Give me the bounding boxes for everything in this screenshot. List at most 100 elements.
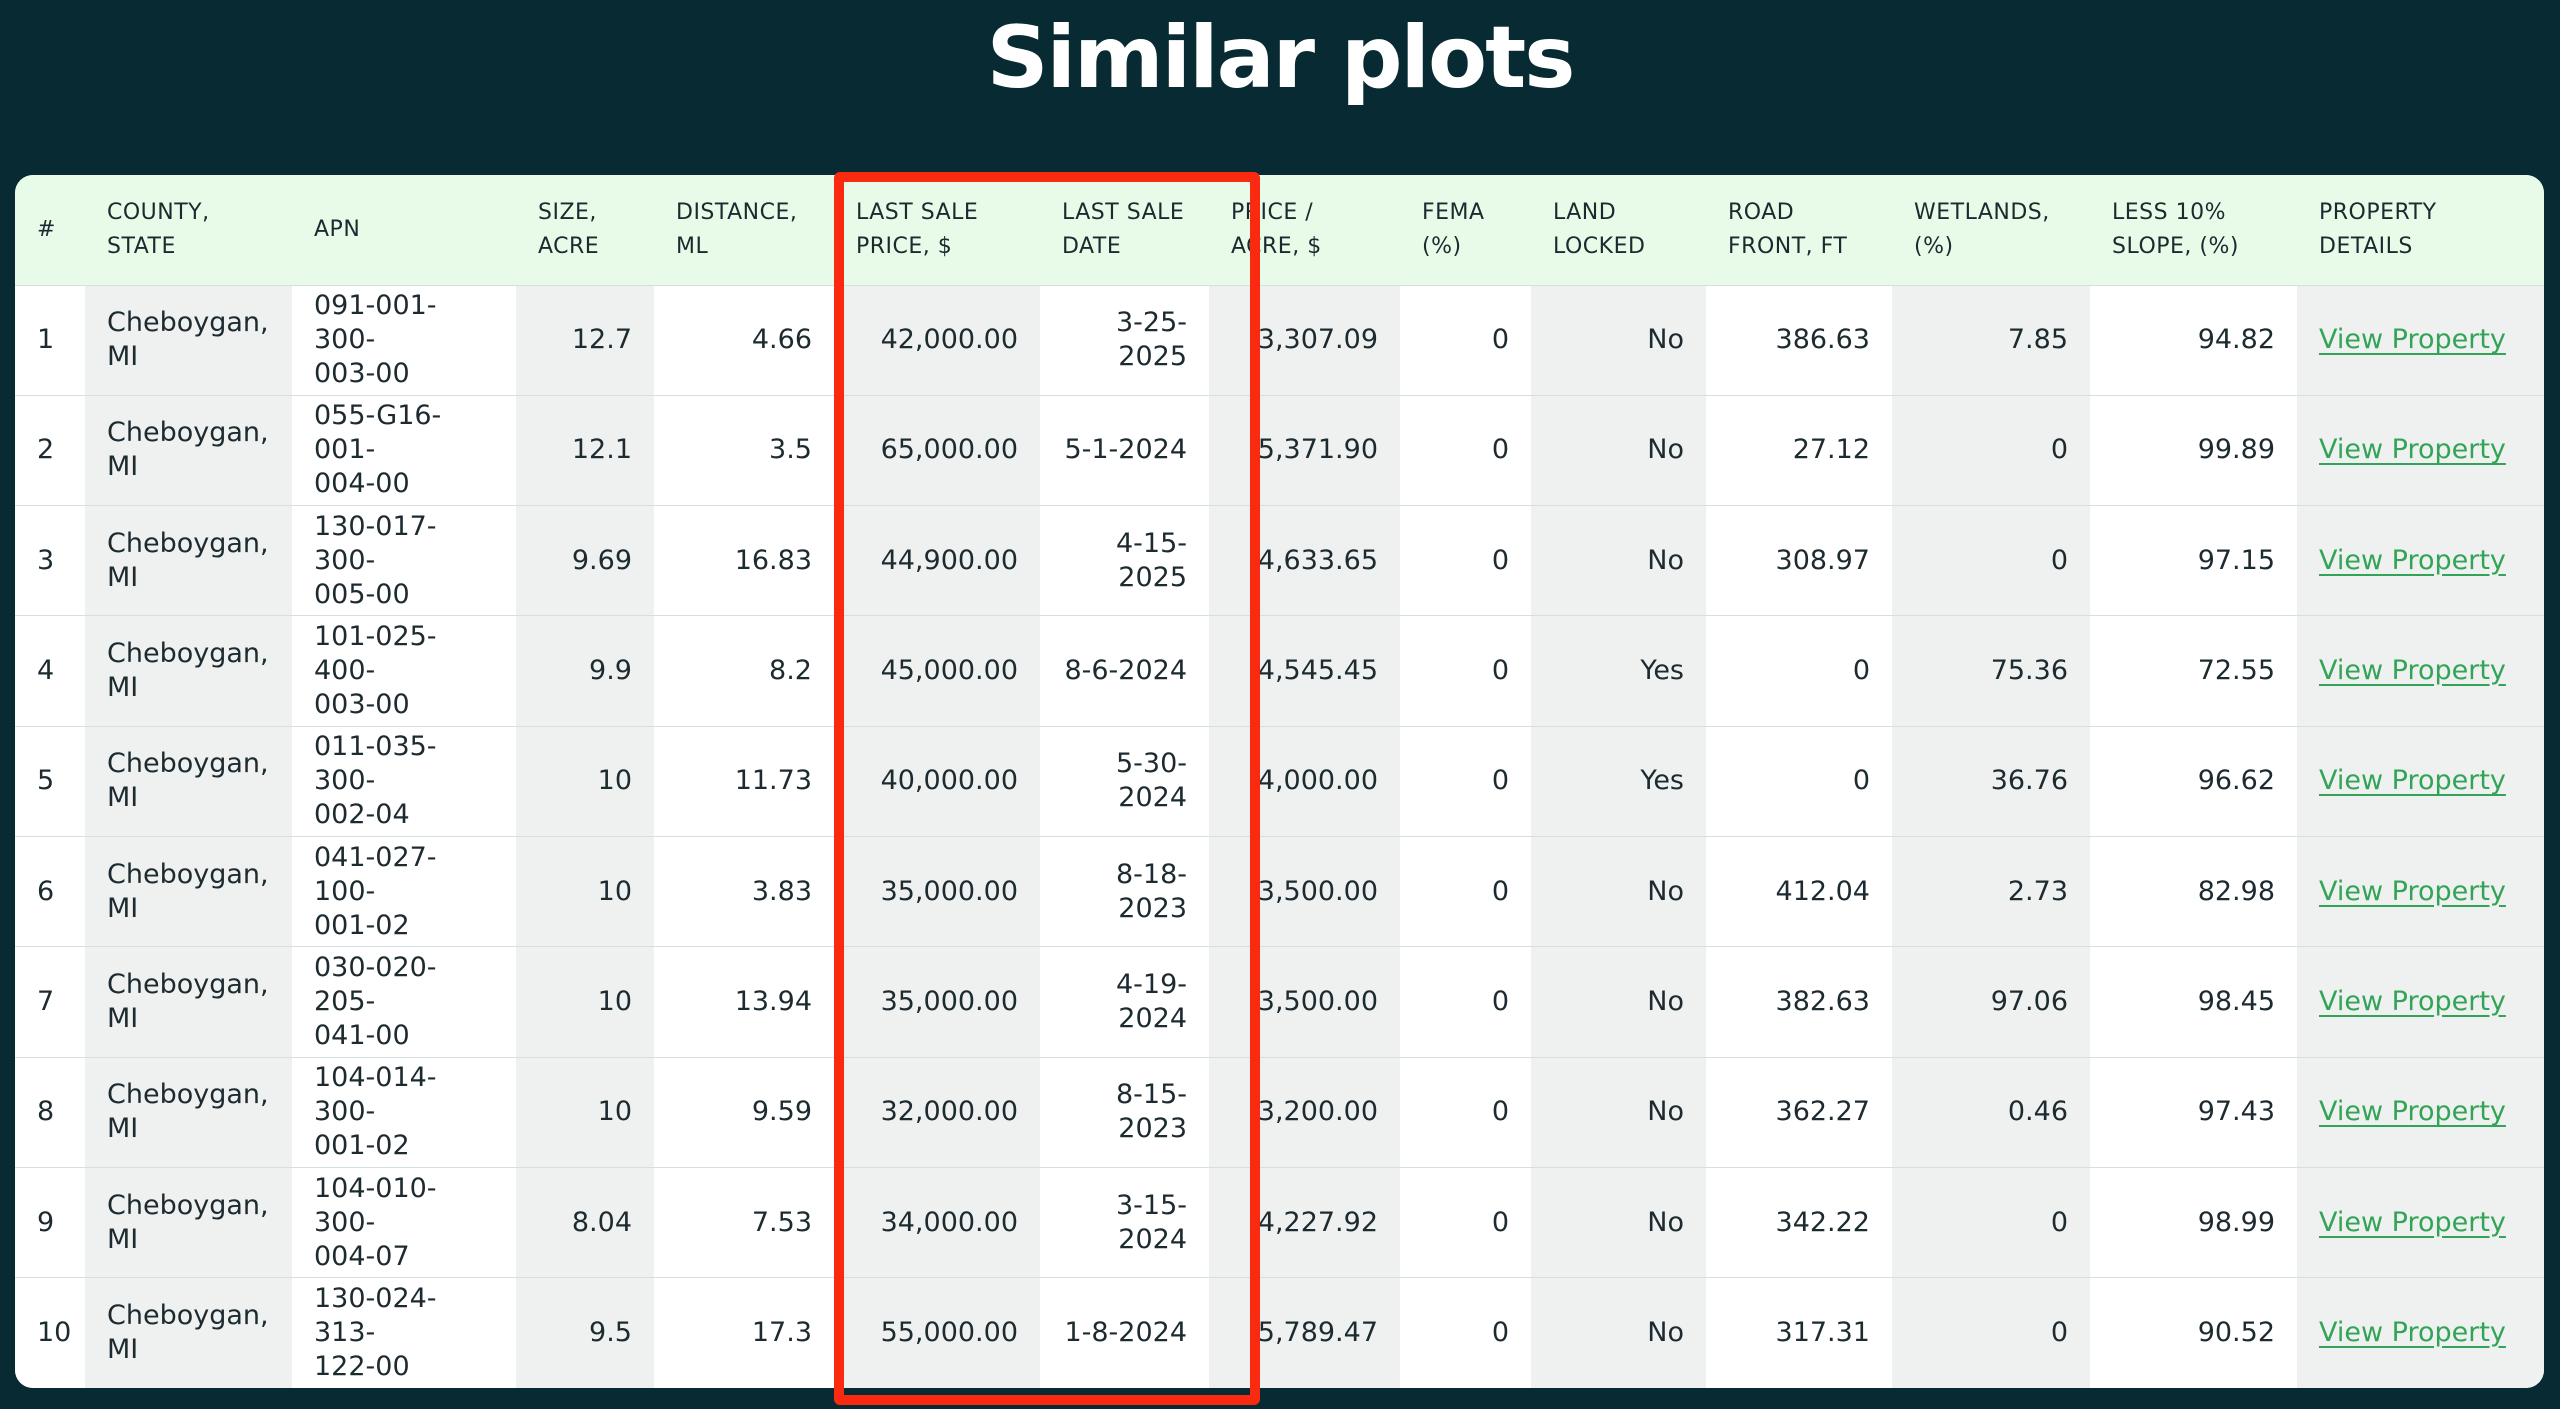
column-header-apn: APN: [314, 216, 361, 242]
row-last-sale-date: 5-1-2024: [1040, 395, 1209, 506]
row-last-sale-date: 4-19-2024: [1040, 946, 1209, 1058]
row-slope: 72.55: [2090, 615, 2297, 727]
column-header-last-sale-date: LAST SALE DATE: [1062, 199, 1185, 259]
row-slope: 97.15: [2090, 505, 2297, 616]
row-county-state: Cheboygan, MI: [85, 395, 292, 506]
row-slope: 99.89: [2090, 395, 2297, 506]
row-size-acre: 10: [516, 726, 654, 837]
row-index: 6: [15, 836, 85, 947]
row-apn: 104-014-300- 001-02: [292, 1057, 516, 1168]
row-land-locked: No: [1531, 505, 1706, 616]
row-apn: 130-017-300- 005-00: [292, 505, 516, 616]
row-land-locked: No: [1531, 1277, 1706, 1388]
table-row: 8 Cheboygan, MI 104-014-300- 001-02 10 9…: [15, 1057, 2544, 1168]
row-road-front: 27.12: [1706, 395, 1892, 506]
row-fema: 0: [1400, 946, 1531, 1058]
view-property-link[interactable]: View Property: [2319, 765, 2506, 796]
row-road-front: 362.27: [1706, 1057, 1892, 1168]
row-county-state: Cheboygan, MI: [85, 946, 292, 1058]
row-property-details: View Property: [2297, 395, 2544, 506]
row-last-sale-date: 8-6-2024: [1040, 615, 1209, 727]
view-property-link[interactable]: View Property: [2319, 1096, 2506, 1127]
row-fema: 0: [1400, 836, 1531, 947]
table-row: 4 Cheboygan, MI 101-025-400- 003-00 9.9 …: [15, 615, 2544, 727]
row-last-sale-price: 35,000.00: [834, 946, 1040, 1058]
column-header-wetlands: WETLANDS, (%): [1914, 199, 2050, 259]
row-last-sale-date: 3-25-2025: [1040, 285, 1209, 396]
table-row: 9 Cheboygan, MI 104-010-300- 004-07 8.04…: [15, 1167, 2544, 1278]
column-header-size-acre: SIZE, ACRE: [538, 199, 600, 259]
row-price-per-acre: 3,500.00: [1209, 946, 1400, 1058]
table-row: 2 Cheboygan, MI 055-G16-001- 004-00 12.1…: [15, 395, 2544, 506]
row-price-per-acre: 3,200.00: [1209, 1057, 1400, 1168]
row-size-acre: 10: [516, 836, 654, 947]
view-property-link[interactable]: View Property: [2319, 324, 2506, 355]
row-distance-ml: 3.83: [654, 836, 834, 947]
row-land-locked: No: [1531, 946, 1706, 1058]
row-apn: 104-010-300- 004-07: [292, 1167, 516, 1278]
view-property-link[interactable]: View Property: [2319, 655, 2506, 686]
column-header-distance-ml: DISTANCE, ML: [676, 199, 798, 259]
row-fema: 0: [1400, 1057, 1531, 1168]
row-land-locked: No: [1531, 836, 1706, 947]
row-apn: 055-G16-001- 004-00: [292, 395, 516, 506]
row-distance-ml: 3.5: [654, 395, 834, 506]
table-row: 7 Cheboygan, MI 030-020-205- 041-00 10 1…: [15, 946, 2544, 1058]
column-header-fema: FEMA (%): [1422, 199, 1485, 259]
row-last-sale-date: 4-15-2025: [1040, 505, 1209, 616]
row-last-sale-date: 1-8-2024: [1040, 1277, 1209, 1388]
row-last-sale-price: 34,000.00: [834, 1167, 1040, 1278]
row-last-sale-price: 42,000.00: [834, 285, 1040, 396]
view-property-link[interactable]: View Property: [2319, 434, 2506, 465]
similar-plots-table-card: # COUNTY, STATE APN SIZE, ACRE DISTANCE,…: [15, 175, 2544, 1388]
row-slope: 98.99: [2090, 1167, 2297, 1278]
row-index: 4: [15, 615, 85, 727]
row-county-state: Cheboygan, MI: [85, 1167, 292, 1278]
row-slope: 82.98: [2090, 836, 2297, 947]
row-size-acre: 9.5: [516, 1277, 654, 1388]
row-county-state: Cheboygan, MI: [85, 1277, 292, 1388]
view-property-link[interactable]: View Property: [2319, 876, 2506, 907]
row-last-sale-price: 44,900.00: [834, 505, 1040, 616]
row-size-acre: 12.1: [516, 395, 654, 506]
view-property-link[interactable]: View Property: [2319, 1317, 2506, 1348]
column-header-price-per-acre: PRICE / ACRE, $: [1231, 199, 1322, 259]
page-title: Similar plots: [986, 8, 1576, 108]
row-price-per-acre: 4,633.65: [1209, 505, 1400, 616]
row-size-acre: 9.9: [516, 615, 654, 727]
table-header-row: # COUNTY, STATE APN SIZE, ACRE DISTANCE,…: [15, 175, 2544, 285]
row-last-sale-price: 45,000.00: [834, 615, 1040, 727]
row-county-state: Cheboygan, MI: [85, 836, 292, 947]
row-county-state: Cheboygan, MI: [85, 285, 292, 396]
row-fema: 0: [1400, 615, 1531, 727]
view-property-link[interactable]: View Property: [2319, 986, 2506, 1017]
row-index: 7: [15, 946, 85, 1058]
row-apn: 011-035-300- 002-04: [292, 726, 516, 837]
row-property-details: View Property: [2297, 1057, 2544, 1168]
row-road-front: 317.31: [1706, 1277, 1892, 1388]
row-fema: 0: [1400, 285, 1531, 396]
row-index: 2: [15, 395, 85, 506]
row-wetlands: 0.46: [1892, 1057, 2090, 1168]
row-index: 10: [15, 1277, 85, 1388]
view-property-link[interactable]: View Property: [2319, 1207, 2506, 1238]
table-row: 1 Cheboygan, MI 091-001-300- 003-00 12.7…: [15, 285, 2544, 396]
view-property-link[interactable]: View Property: [2319, 545, 2506, 576]
row-size-acre: 9.69: [516, 505, 654, 616]
row-distance-ml: 4.66: [654, 285, 834, 396]
row-wetlands: 97.06: [1892, 946, 2090, 1058]
row-slope: 94.82: [2090, 285, 2297, 396]
row-slope: 97.43: [2090, 1057, 2297, 1168]
row-distance-ml: 17.3: [654, 1277, 834, 1388]
row-index: 3: [15, 505, 85, 616]
row-road-front: 412.04: [1706, 836, 1892, 947]
row-land-locked: No: [1531, 395, 1706, 506]
row-fema: 0: [1400, 395, 1531, 506]
row-size-acre: 12.7: [516, 285, 654, 396]
row-size-acre: 10: [516, 1057, 654, 1168]
row-size-acre: 10: [516, 946, 654, 1058]
row-apn: 130-024-313- 122-00: [292, 1277, 516, 1388]
row-wetlands: 75.36: [1892, 615, 2090, 727]
column-header-road-front: ROAD FRONT, FT: [1728, 199, 1848, 259]
row-distance-ml: 8.2: [654, 615, 834, 727]
